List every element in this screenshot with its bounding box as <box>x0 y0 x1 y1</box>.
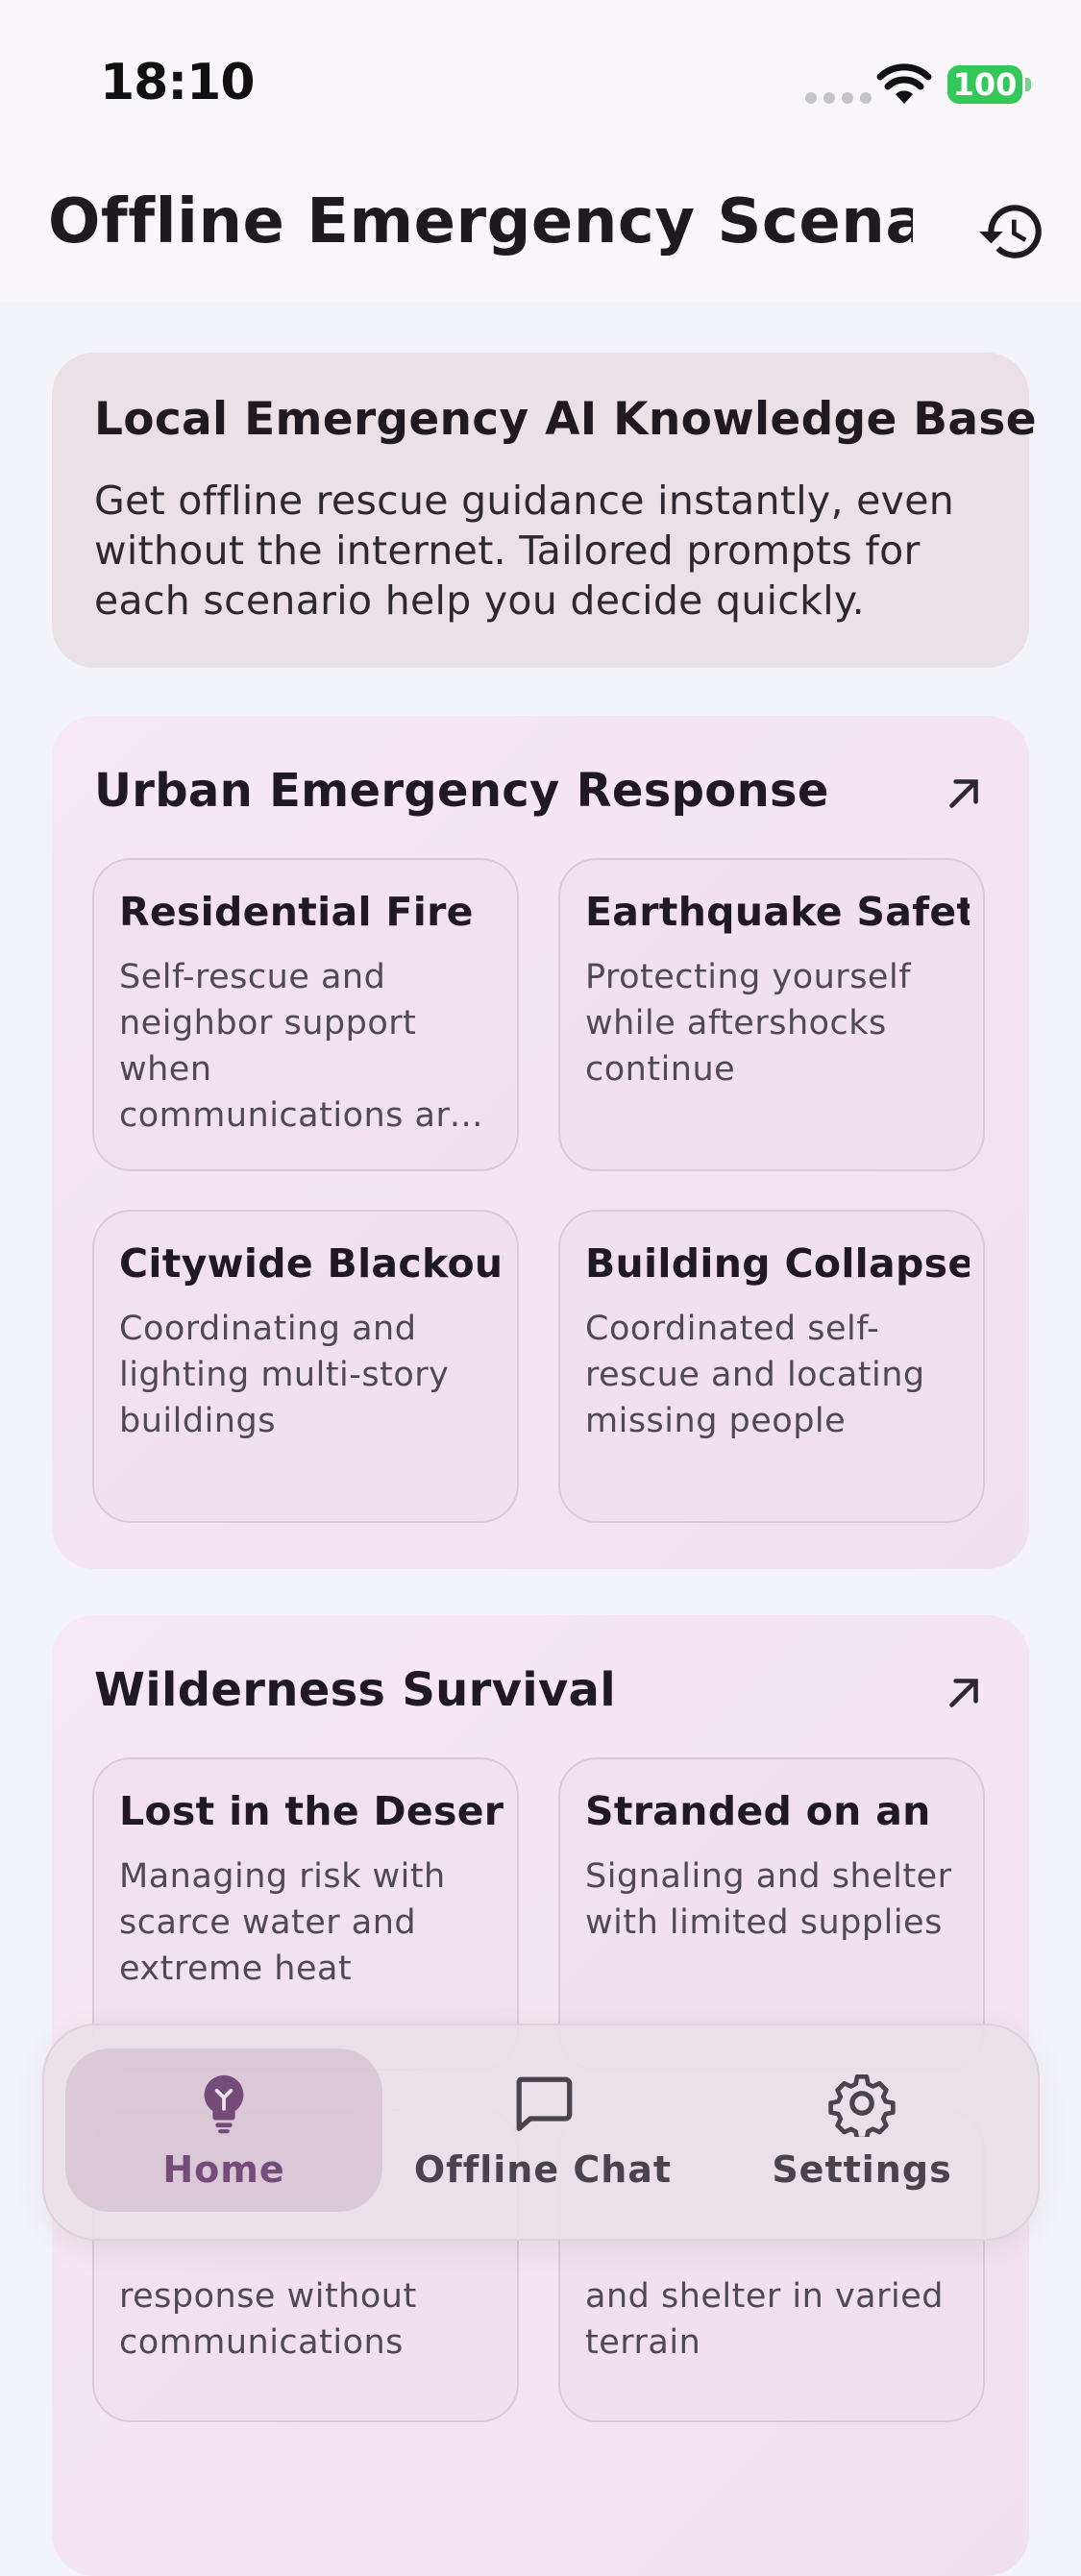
intro-title: Local Emergency AI Knowledge Base <box>94 393 1037 446</box>
open-arrow-icon[interactable] <box>940 770 988 818</box>
cellular-signal-icon <box>805 92 872 104</box>
tile-title: Earthquake Safety <box>585 889 970 935</box>
bottom-navigation: Home Offline Chat Settings <box>42 2024 1040 2241</box>
intro-description: Get offline rescue guidance instantly, e… <box>94 478 955 624</box>
wifi-icon <box>876 63 932 104</box>
nav-settings[interactable]: Settings <box>703 2049 1020 2212</box>
open-arrow-icon[interactable] <box>940 1669 988 1717</box>
tile-title: Building Collapse <box>585 1240 970 1287</box>
chat-bubble-icon <box>516 2076 573 2131</box>
section-urban-emergency: Urban Emergency Response Residential Fir… <box>52 716 1029 1569</box>
scenario-tile-citywide-blackout[interactable]: Citywide Blackout Coordinating and light… <box>92 1210 519 1523</box>
section-title: Urban Emergency Response <box>94 764 829 818</box>
scenario-tile-building-collapse[interactable]: Building Collapse Coordinated self-rescu… <box>558 1210 985 1523</box>
scenario-tile-residential-fire[interactable]: Residential Fire Self-rescue and neighbo… <box>92 858 519 1171</box>
status-bar: 18:10 100 <box>0 0 1081 173</box>
tile-description: response without communications <box>119 2277 417 2362</box>
status-time: 18:10 <box>100 54 256 111</box>
app-bar: Offline Emergency Scena... <box>0 173 1081 303</box>
tile-description: and shelter in varied terrain <box>585 2277 944 2362</box>
tile-title: Citywide Blackout <box>119 1240 504 1287</box>
nav-label: Settings <box>772 2148 952 2191</box>
nav-label: Home <box>162 2148 285 2191</box>
nav-label: Offline Chat <box>413 2148 673 2191</box>
nav-offline-chat[interactable]: Offline Chat <box>384 2049 701 2212</box>
tile-description: Coordinated self-rescue and locating mis… <box>585 1310 925 1440</box>
section-title: Wilderness Survival <box>94 1663 617 1717</box>
intro-card: Local Emergency AI Knowledge Base Get of… <box>52 353 1037 668</box>
tile-title: Stranded on an <box>585 1788 931 1834</box>
scenario-tile-earthquake-safety[interactable]: Earthquake Safety Protecting yourself wh… <box>558 858 985 1171</box>
tile-description: Managing risk with scarce water and extr… <box>119 1857 446 1988</box>
tile-title: Lost in the Desert <box>119 1788 504 1834</box>
nav-home[interactable]: Home <box>65 2049 382 2212</box>
tile-title: Residential Fire <box>119 889 474 935</box>
tile-description: Coordinating and lighting multi-story bu… <box>119 1310 450 1440</box>
tile-description: Self-rescue and neighbor support when co… <box>119 958 471 1135</box>
page-title: Offline Emergency Scena... <box>48 186 913 258</box>
tile-description: Signaling and shelter with limited suppl… <box>585 1857 952 1942</box>
lightbulb-icon <box>204 2074 244 2134</box>
history-icon[interactable] <box>976 196 1047 267</box>
gear-icon <box>828 2073 896 2137</box>
battery-indicator: 100 <box>947 65 1031 104</box>
tile-description: Protecting yourself while aftershocks co… <box>585 958 912 1089</box>
